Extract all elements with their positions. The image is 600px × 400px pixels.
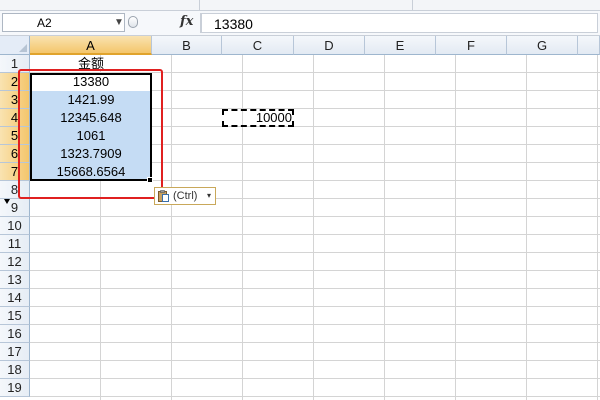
row-header-16[interactable]: 16: [0, 325, 30, 343]
clipboard-icon: [158, 190, 169, 202]
ribbon-bottom-strip: [0, 0, 600, 11]
name-box-value: A2: [37, 16, 52, 30]
column-header-f[interactable]: F: [436, 36, 507, 55]
name-box[interactable]: A2 ▼: [2, 13, 125, 32]
row-header-14[interactable]: 14: [0, 289, 30, 307]
paste-options-dropdown-icon: ▾: [207, 191, 212, 200]
column-header-c[interactable]: C: [222, 36, 294, 55]
column-header-g[interactable]: G: [507, 36, 578, 55]
row-header-15[interactable]: 15: [0, 307, 30, 325]
select-all-icon: [19, 44, 27, 52]
annotation-highlight-box: [18, 69, 163, 199]
name-box-dropdown-icon[interactable]: ▼: [114, 14, 124, 31]
formula-value: 13380: [214, 16, 253, 32]
select-all-button[interactable]: [0, 36, 30, 55]
column-header-h[interactable]: [578, 36, 600, 55]
formula-bar: A2 ▼ fx 13380: [0, 11, 600, 36]
ribbon-separator: [412, 0, 413, 10]
worksheet: A B C D E F G 1 2 3 4 5 6 7 8 9 10 11 12…: [0, 36, 600, 400]
insert-function-icon[interactable]: fx: [180, 14, 193, 29]
row-header-12[interactable]: 12: [0, 253, 30, 271]
row-header-11[interactable]: 11: [0, 235, 30, 253]
column-header-d[interactable]: D: [294, 36, 365, 55]
row-header-13[interactable]: 13: [0, 271, 30, 289]
row-header-19[interactable]: 19: [0, 379, 30, 397]
paste-options-button[interactable]: (Ctrl) ▾: [154, 187, 216, 205]
ribbon-separator: [199, 0, 200, 10]
row-resize-cursor-icon: [4, 199, 10, 204]
column-header-a[interactable]: A: [30, 36, 152, 55]
paste-options-label: (Ctrl): [173, 190, 198, 202]
formula-bar-resize-handle[interactable]: [128, 16, 138, 28]
row-header-18[interactable]: 18: [0, 361, 30, 379]
row-header-17[interactable]: 17: [0, 343, 30, 361]
column-header-e[interactable]: E: [365, 36, 436, 55]
column-header-b[interactable]: B: [152, 36, 222, 55]
row-header-10[interactable]: 10: [0, 217, 30, 235]
copy-marquee: [222, 109, 294, 127]
formula-input[interactable]: 13380: [201, 13, 598, 33]
